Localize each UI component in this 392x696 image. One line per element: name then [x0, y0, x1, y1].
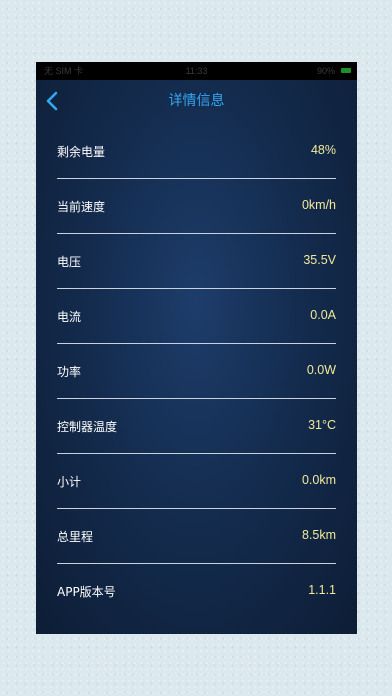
detail-list: 剩余电量 48% 当前速度 0km/h 电压 35.5V 电流 0.0A 功率 … — [36, 124, 357, 619]
row-label: 电流 — [57, 310, 82, 324]
status-bar: 无 SIM 卡 11:33 90% — [36, 62, 357, 80]
row-value: 31°C — [308, 418, 336, 432]
list-item: 剩余电量 48% — [36, 124, 357, 179]
battery-percent: 90% — [316, 66, 335, 76]
row-value: 0.0A — [310, 308, 336, 322]
row-value: 48% — [310, 143, 336, 157]
list-item: APP版本号 1.1.1 — [36, 564, 357, 619]
phone-screen: 无 SIM 卡 11:33 90% 详情信息 剩余电量 48% 当前速度 0km… — [36, 62, 357, 634]
row-label: 小计 — [57, 475, 82, 489]
row-label: 剩余电量 — [57, 145, 106, 159]
row-label: 功率 — [57, 365, 82, 379]
row-label: 当前速度 — [57, 200, 106, 214]
status-time: 11:33 — [185, 66, 208, 76]
list-item: 电流 0.0A — [36, 289, 357, 344]
row-value: 8.5km — [301, 528, 336, 542]
row-value: 35.5V — [303, 253, 336, 267]
page-title: 详情信息 — [168, 93, 225, 109]
battery-icon — [341, 68, 351, 73]
list-item: 电压 35.5V — [36, 234, 357, 289]
row-value: 0.0km — [301, 473, 336, 487]
list-item: 小计 0.0km — [36, 454, 357, 509]
list-item: 总里程 8.5km — [36, 509, 357, 564]
list-item: 当前速度 0km/h — [36, 179, 357, 234]
list-item: 功率 0.0W — [36, 344, 357, 399]
row-value: 0.0W — [306, 363, 336, 377]
navigation-bar: 详情信息 — [36, 80, 357, 120]
row-value: 0km/h — [301, 198, 336, 212]
row-label: 总里程 — [57, 530, 94, 544]
row-value: 1.1.1 — [308, 583, 336, 597]
row-label: APP版本号 — [57, 585, 116, 599]
list-item: 控制器温度 31°C — [36, 399, 357, 454]
row-label: 电压 — [57, 255, 82, 269]
row-label: 控制器温度 — [57, 420, 118, 434]
